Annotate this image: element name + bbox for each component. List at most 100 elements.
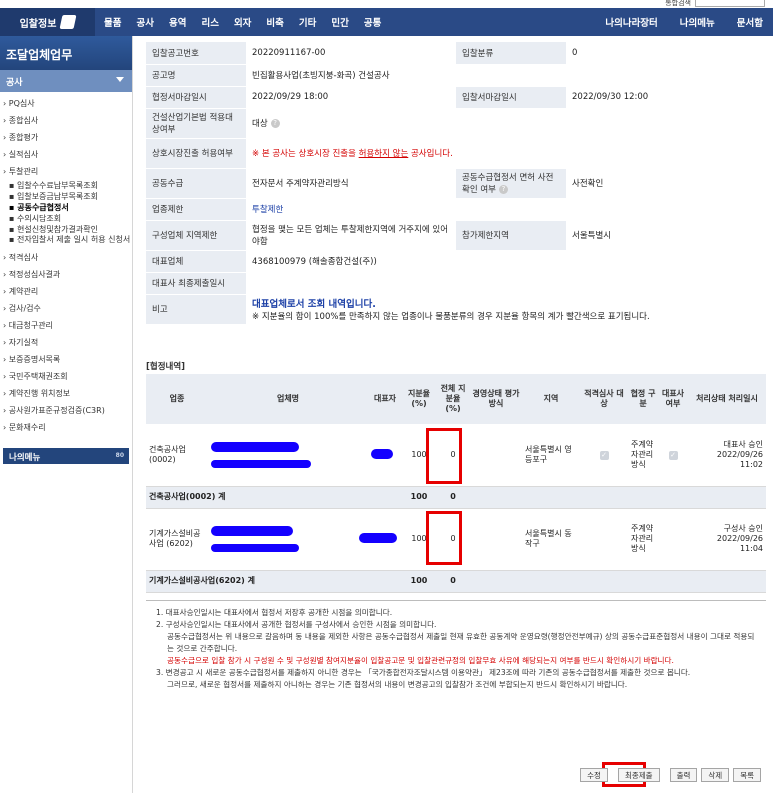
- bid-class-value: 0: [566, 42, 766, 65]
- confirm-label: 공동수급협정서 면허 사전확인 여부: [462, 173, 554, 195]
- help-icon[interactable]: ?: [498, 185, 508, 194]
- logo-text: 입찰정보: [19, 18, 57, 30]
- sidebar-item[interactable]: › 보증증명서목록: [3, 351, 132, 368]
- sidebar-item[interactable]: › 적정성심사결과: [3, 266, 132, 283]
- note-bold: 대표업체로서 조회 내역입니다.: [252, 299, 376, 310]
- note-3: 3. 변경공고 시 새로운 공동수급협정서를 제출하지 아니한 경우는 「국가종…: [156, 668, 691, 677]
- industry-value-link[interactable]: 투찰제한: [246, 198, 766, 221]
- logo[interactable]: 입찰정보: [0, 8, 95, 36]
- sidebar-subitem-label: 공동수급협정서: [17, 203, 69, 212]
- sidebar-item[interactable]: › 투찰관리: [3, 163, 132, 180]
- note-1: 1. 대표사승인일시는 대표사에서 협정서 저장후 공개한 시점을 의미합니다.: [156, 608, 393, 617]
- sidebar-item[interactable]: › 대금청구관리: [3, 317, 132, 334]
- edit-button[interactable]: 수정: [580, 768, 608, 782]
- col-status: 처리상태 처리일시: [688, 374, 766, 425]
- sidebar-item-label: 보증증명서목록: [8, 355, 61, 364]
- sidebar: 조달업체업무 공사 › PQ심사 › 종합심사 › 종합평가 › 실적심사 › …: [0, 36, 133, 793]
- bid-class-label: 입찰분류: [456, 42, 566, 65]
- help-icon[interactable]: ?: [270, 119, 280, 128]
- menu-item[interactable]: 물품: [104, 15, 121, 29]
- final-value: [246, 272, 766, 295]
- status-text: 대표사 승인: [723, 440, 763, 449]
- deadline-label: 협정서마감일시: [146, 86, 246, 109]
- row-total-share: 0: [436, 508, 470, 571]
- menu-item[interactable]: 기타: [299, 15, 316, 29]
- sidebar-subitem-active[interactable]: ▪ 공동수급협정서: [3, 202, 132, 213]
- menu-item[interactable]: 민간: [331, 15, 348, 29]
- sidebar-title: 조달업체업무: [0, 36, 132, 70]
- row-status: 대표사 승인 2022/09/26 11:02: [688, 424, 766, 487]
- sidebar-item[interactable]: › 계약진행 위치정보: [3, 385, 132, 402]
- row-type: 주계약자관리방식: [628, 424, 658, 487]
- row-total-share: 0: [436, 424, 470, 487]
- sidebar-item[interactable]: › 공사원가표준규정검증(C3R): [3, 402, 132, 419]
- sum-row: 건축공사업(0002) 계 100 0: [146, 486, 766, 509]
- sidebar-subitem[interactable]: ▪ 현설신청및참가결과확인: [3, 224, 132, 235]
- sidebar-subitem-label: 현설신청및참가결과확인: [16, 225, 98, 234]
- my-menu-link[interactable]: 나의메뉴: [680, 15, 715, 29]
- sidebar-item[interactable]: › 실적심사: [3, 146, 132, 163]
- menu-item[interactable]: 공사: [136, 15, 153, 29]
- sidebar-subitem[interactable]: ▪ 입찰수수료납부목록조회: [3, 180, 132, 191]
- title-value: 빈집활용사업(초빙지붕-화곡) 건설공사: [246, 64, 766, 87]
- sidebar-item-label: 검사/검수: [8, 304, 41, 313]
- checkbox-icon[interactable]: ✓: [599, 451, 609, 460]
- row-qualify: [580, 508, 628, 571]
- row-ceo: [359, 508, 402, 571]
- status-date: 2022/09/26: [716, 450, 763, 459]
- mutual-text-post: 공사입니다.: [408, 149, 453, 159]
- my-menu-panel[interactable]: 나의메뉴 80: [3, 448, 129, 464]
- bid-deadline-label: 입찰서마감일시: [456, 86, 566, 109]
- sum-label: 기계가스설비공사업(6202) 계: [146, 570, 402, 593]
- sidebar-item[interactable]: › PQ심사: [3, 95, 132, 112]
- delete-button[interactable]: 삭제: [701, 768, 730, 782]
- sidebar-item-label: 국민주택채권조회: [8, 372, 68, 381]
- menu-item[interactable]: 비축: [266, 15, 283, 29]
- sidebar-item[interactable]: › 국민주택채권조회: [3, 368, 132, 385]
- sidebar-item[interactable]: › 계약관리: [3, 283, 132, 300]
- menu-item[interactable]: 외자: [234, 15, 251, 29]
- sidebar-item[interactable]: › 종합평가: [3, 129, 132, 146]
- row-region: 서울특별시 영등포구: [522, 424, 580, 487]
- menu-item[interactable]: 공통: [364, 15, 381, 29]
- sidebar-subtitle-label: 공사: [6, 78, 23, 88]
- sidebar-item-label: 투찰관리: [8, 167, 39, 176]
- sidebar-item[interactable]: › 적격심사: [3, 249, 132, 266]
- sidebar-item-label: 계약관리: [8, 287, 39, 296]
- col-company: 업체명: [208, 374, 368, 425]
- agreement-table: 업종 업체명 대표자 지분율 (%) 전체 지분율 (%) 경영상태 평가방식 …: [146, 374, 766, 593]
- sum-empty: [470, 570, 766, 593]
- print-button[interactable]: 출력: [669, 768, 698, 782]
- sidebar-item-label: 종합평가: [8, 133, 39, 142]
- sidebar-item[interactable]: › 자기실적: [3, 334, 132, 351]
- sidebar-item-label: 자기실적: [8, 338, 39, 347]
- row-status: 구성사 승인 2022/09/26 11:04: [688, 508, 766, 571]
- bid-info: 입찰공고번호 20220911167-00 입찰분류 0 공고명 빈집활용사업(…: [146, 42, 766, 325]
- sidebar-subitem[interactable]: ▪ 전자입찰서 제출 일시 허용 신청서: [3, 235, 132, 245]
- redacted-bar: [211, 460, 311, 468]
- region-value: 협정을 맺는 모든 업체는 투찰제한지역에 거주지에 있어야함: [246, 220, 456, 251]
- note-text: ※ 지분율의 합이 100%를 만족하지 않는 업종이나 물품분류의 경우 지분…: [252, 312, 650, 322]
- sidebar-item[interactable]: › 문화재수리: [3, 419, 132, 436]
- redacted-bar: [211, 544, 299, 552]
- menu-item[interactable]: 용역: [169, 15, 186, 29]
- sidebar-subtitle[interactable]: 공사: [0, 70, 132, 92]
- checkbox-icon[interactable]: ✓: [668, 451, 678, 460]
- col-rep: 대표사 여부: [658, 374, 688, 425]
- final-submit-button[interactable]: 최종제출: [617, 768, 660, 782]
- document-box-link[interactable]: 문서함: [737, 15, 763, 29]
- sidebar-subitem[interactable]: ▪ 입찰보증금납부목록조회: [3, 191, 132, 202]
- sidebar-item-label: 적정성심사결과: [8, 270, 61, 279]
- sidebar-subitem[interactable]: ▪ 수의시담조회: [3, 213, 132, 224]
- sum-share: 100: [402, 486, 436, 509]
- law-label: 건설산업기본법 적용대상여부: [146, 108, 246, 139]
- search-input[interactable]: [695, 0, 765, 7]
- col-industry: 업종: [146, 374, 208, 425]
- row-ceo: [368, 424, 402, 487]
- sidebar-item[interactable]: › 검사/검수: [3, 300, 132, 317]
- sidebar-item[interactable]: › 종합심사: [3, 112, 132, 129]
- sum-empty: [470, 486, 766, 509]
- my-market-link[interactable]: 나의나라장터: [605, 15, 657, 29]
- list-button[interactable]: 목록: [733, 768, 761, 782]
- menu-item[interactable]: 리스: [201, 15, 218, 29]
